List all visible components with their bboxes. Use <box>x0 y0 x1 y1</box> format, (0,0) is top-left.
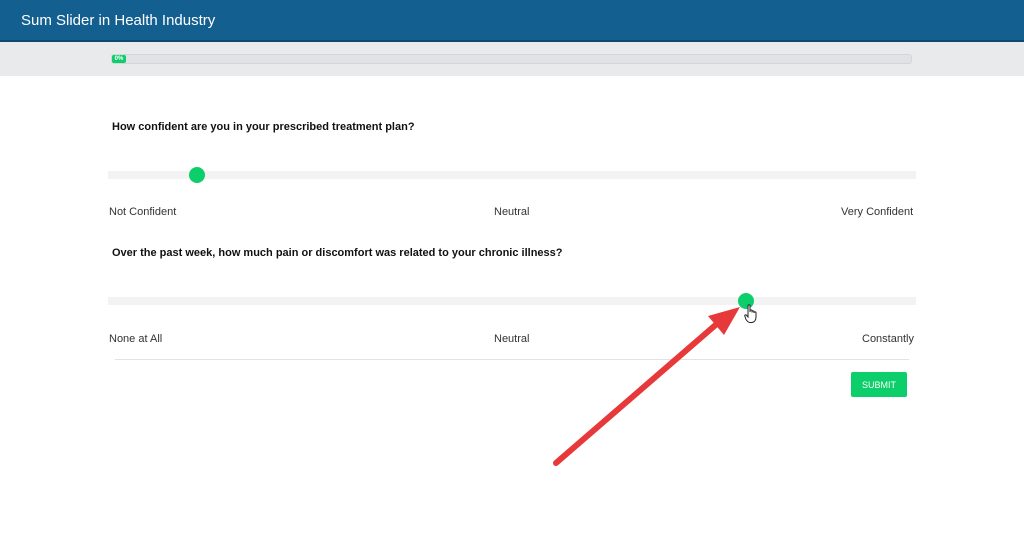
annotation-arrow <box>553 307 740 466</box>
hand-pointer-icon <box>744 304 757 323</box>
